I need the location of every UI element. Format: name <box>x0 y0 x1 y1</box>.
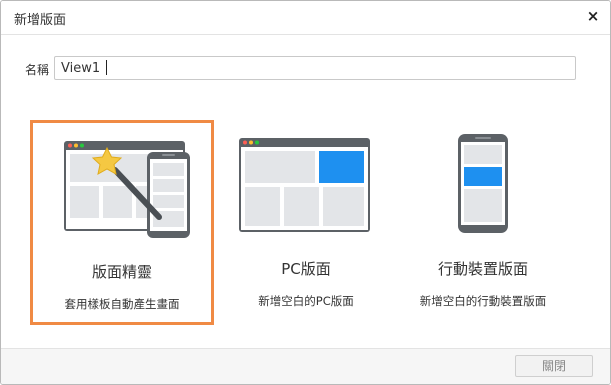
dialog-titlebar: 新增版面 × <box>1 1 610 35</box>
close-button[interactable]: 關閉 <box>515 355 593 377</box>
close-icon[interactable]: × <box>585 7 601 25</box>
name-input[interactable] <box>54 56 576 80</box>
option-description: 新增空白的PC版面 <box>258 294 354 308</box>
pc-layout-icon <box>239 138 370 232</box>
dialog-title: 新增版面 <box>14 13 67 28</box>
option-description: 套用樣板自動產生畫面 <box>64 297 180 311</box>
option-layout-wizard[interactable]: 版面精靈 套用樣板自動產生畫面 <box>30 120 214 325</box>
wizard-icon <box>64 141 190 238</box>
dialog-footer: 關閉 <box>1 348 610 384</box>
option-title: 行動裝置版面 <box>437 260 528 278</box>
option-description: 新增空白的行動裝置版面 <box>419 294 547 308</box>
option-title: 版面精靈 <box>91 263 152 281</box>
new-layout-dialog: 新增版面 × 名稱 View1 版面精靈 套用樣板自動產生畫面 PC版面 新增空… <box>0 0 611 385</box>
name-label: 名稱 <box>25 63 50 77</box>
option-mobile-layout[interactable]: 行動裝置版面 新增空白的行動裝置版面 <box>391 120 575 325</box>
text-caret <box>106 60 107 75</box>
option-pc-layout[interactable]: PC版面 新增空白的PC版面 <box>214 120 398 325</box>
option-title: PC版面 <box>281 260 331 278</box>
mobile-layout-icon <box>458 134 508 233</box>
